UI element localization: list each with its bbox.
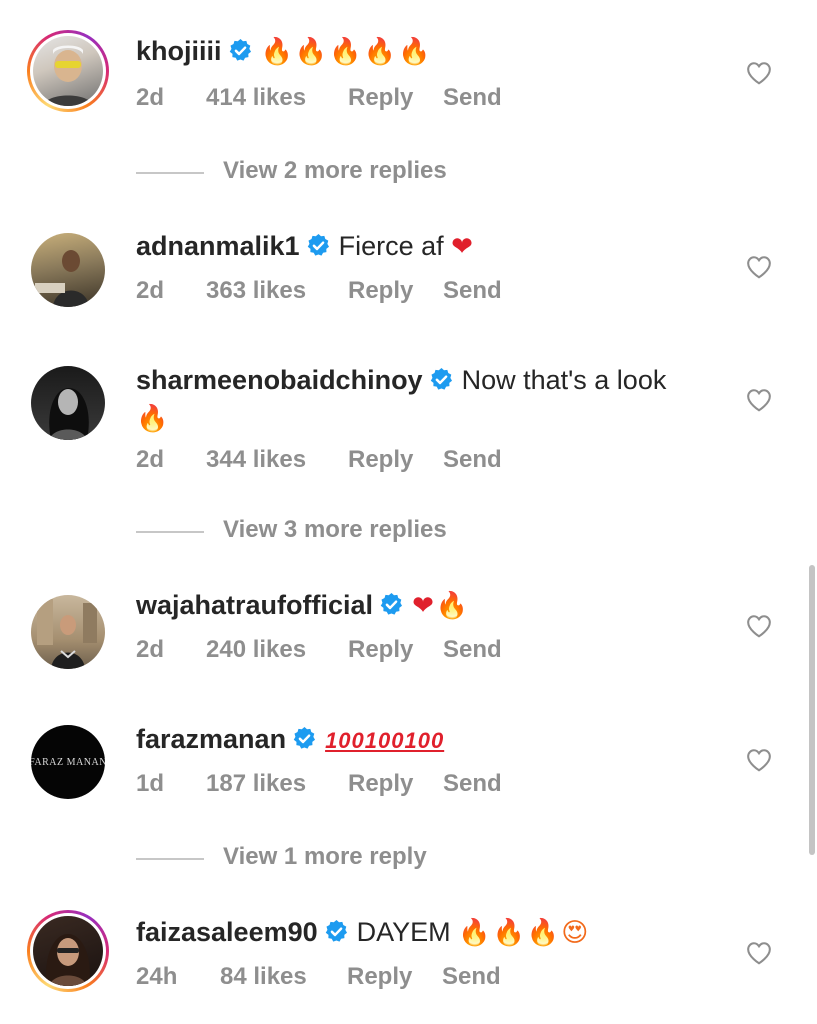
comment-text: khojiiii 🔥🔥🔥🔥🔥 — [136, 32, 716, 71]
timestamp: 2d — [136, 277, 165, 304]
hundred-points-emoji: 100100100 — [325, 728, 445, 753]
comment-text: farazmanan 100100100 — [136, 720, 716, 760]
heart-fire-emoji: ❤🔥 — [412, 591, 470, 621]
like-heart-icon[interactable] — [746, 941, 772, 965]
view-replies-label: View 2 more replies — [223, 157, 447, 184]
avatar-image — [46, 934, 90, 986]
like-heart-icon[interactable] — [746, 255, 772, 279]
likes-count[interactable]: 240 likes — [206, 636, 306, 664]
view-replies-label: View 3 more replies — [223, 516, 447, 543]
avatar-image — [49, 388, 89, 440]
verified-icon — [429, 367, 454, 392]
username[interactable]: faizasaleem90 — [136, 917, 318, 947]
reply-button[interactable]: Reply — [348, 770, 413, 798]
likes-count[interactable]: 344 likes — [206, 446, 306, 474]
reply-button[interactable]: Reply — [347, 963, 412, 991]
avatar[interactable] — [27, 30, 109, 112]
divider-line — [136, 531, 204, 533]
reply-button[interactable]: Reply — [348, 636, 413, 664]
comment-body: Now that's a look — [461, 365, 667, 395]
avatar[interactable]: FARAZ MANAN — [27, 721, 109, 803]
verified-icon — [324, 919, 349, 944]
divider-line — [136, 172, 204, 174]
avatar[interactable] — [27, 910, 109, 992]
avatar-image — [37, 599, 97, 669]
comment-text: adnanmalik1 Fierce af ❤ — [136, 227, 716, 266]
comment-text: wajahatraufofficial ❤🔥 — [136, 586, 716, 625]
comment-body: Fierce af — [338, 231, 444, 261]
divider-line — [136, 858, 204, 860]
verified-icon — [228, 38, 253, 63]
username[interactable]: adnanmalik1 — [136, 231, 300, 261]
scrollbar[interactable] — [809, 565, 815, 855]
like-heart-icon[interactable] — [746, 388, 772, 412]
fire-emoji: 🔥 — [435, 591, 471, 621]
like-heart-icon[interactable] — [746, 614, 772, 638]
fire-emoji: 🔥🔥🔥🔥🔥 — [260, 37, 433, 67]
send-button[interactable]: Send — [443, 446, 502, 474]
like-heart-icon[interactable] — [746, 61, 772, 85]
verified-icon — [306, 233, 331, 258]
reply-button[interactable]: Reply — [348, 277, 413, 305]
avatar-image — [35, 250, 89, 307]
timestamp: 2d — [136, 636, 165, 663]
avatar-image — [43, 45, 93, 106]
likes-count[interactable]: 84 likes — [220, 963, 307, 991]
likes-count[interactable]: 414 likes — [206, 84, 306, 112]
avatar-logo-text: FARAZ MANAN — [31, 756, 105, 768]
username[interactable]: sharmeenobaidchinoy — [136, 365, 423, 395]
comment-text: sharmeenobaidchinoy Now that's a look 🔥 — [136, 361, 716, 438]
comment-text: faizasaleem90 DAYEM 🔥🔥🔥😍 — [136, 913, 716, 952]
avatar[interactable] — [27, 591, 109, 673]
username[interactable]: farazmanan — [136, 724, 286, 754]
verified-icon — [292, 726, 317, 751]
verified-icon — [379, 592, 404, 617]
fire-heart-eyes-emoji: 🔥🔥🔥😍 — [458, 918, 591, 948]
timestamp: 24h — [136, 963, 178, 990]
timestamp: 2d — [136, 446, 165, 473]
send-button[interactable]: Send — [443, 84, 502, 112]
view-replies-label: View 1 more reply — [223, 843, 427, 870]
send-button[interactable]: Send — [442, 963, 501, 991]
timestamp: 2d — [136, 84, 165, 111]
likes-count[interactable]: 187 likes — [206, 770, 306, 798]
send-button[interactable]: Send — [443, 770, 502, 798]
send-button[interactable]: Send — [443, 277, 502, 305]
username[interactable]: khojiiii — [136, 36, 222, 66]
avatar[interactable] — [27, 229, 109, 311]
timestamp: 1d — [136, 770, 165, 797]
red-heart-emoji: ❤ — [412, 591, 436, 621]
reply-button[interactable]: Reply — [348, 446, 413, 474]
avatar[interactable] — [27, 362, 109, 444]
send-button[interactable]: Send — [443, 636, 502, 664]
like-heart-icon[interactable] — [746, 748, 772, 772]
heart-on-fire-emoji: ❤ — [451, 232, 475, 262]
reply-button[interactable]: Reply — [348, 84, 413, 112]
likes-count[interactable]: 363 likes — [206, 277, 306, 305]
username[interactable]: wajahatraufofficial — [136, 590, 373, 620]
comment-body: DAYEM — [356, 917, 451, 947]
fire-emoji: 🔥 — [136, 404, 171, 434]
